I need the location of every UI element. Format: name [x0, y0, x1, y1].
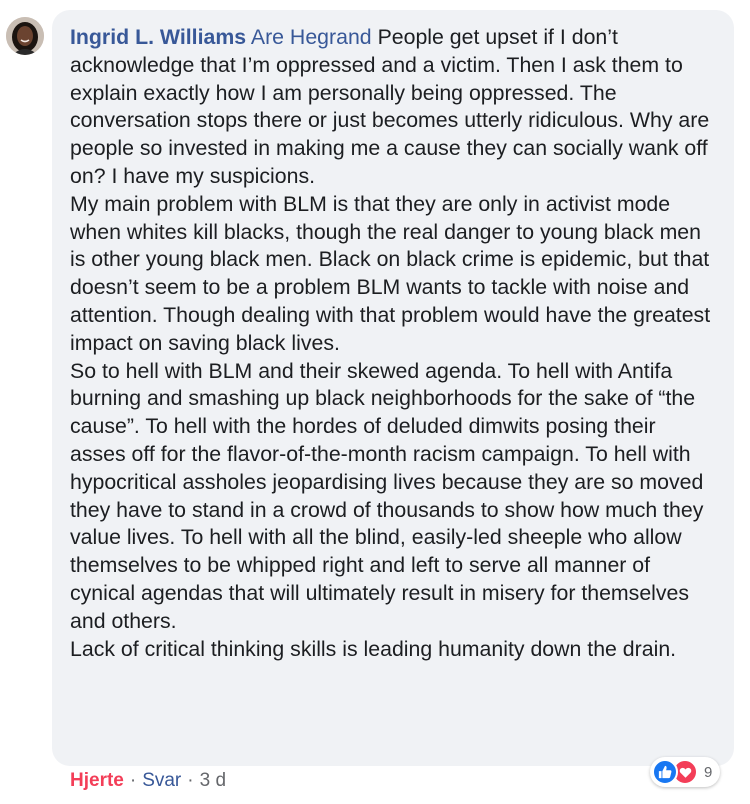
comment-actions: Hjerte · Svar · 3 d — [70, 770, 226, 792]
timestamp[interactable]: 3 d — [200, 770, 226, 792]
comment-author[interactable]: Ingrid L. Williams — [70, 25, 246, 49]
avatar[interactable] — [6, 17, 44, 55]
comment-paragraph: My main problem with BLM is that they ar… — [70, 191, 711, 355]
like-icon — [652, 759, 678, 785]
comment-paragraph: So to hell with BLM and their skewed age… — [70, 358, 704, 633]
separator-dot: · — [187, 770, 194, 791]
separator-dot: · — [129, 770, 137, 791]
reply-link[interactable]: Svar — [142, 770, 181, 792]
comment-paragraph: Lack of critical thinking skills is lead… — [70, 636, 677, 661]
reactions-summary[interactable]: 9 — [650, 757, 721, 787]
reaction-count: 9 — [704, 763, 713, 781]
love-reaction-link[interactable]: Hjerte — [70, 770, 124, 792]
comment-paragraph: People get upset if I don’t acknowledge … — [70, 25, 710, 188]
comment-body: Ingrid L. Williams Are Hegrand People ge… — [70, 24, 712, 663]
avatar-image — [6, 17, 44, 55]
mentioned-user[interactable]: Are Hegrand — [251, 25, 372, 49]
comment-bubble: Ingrid L. Williams Are Hegrand People ge… — [52, 10, 734, 766]
